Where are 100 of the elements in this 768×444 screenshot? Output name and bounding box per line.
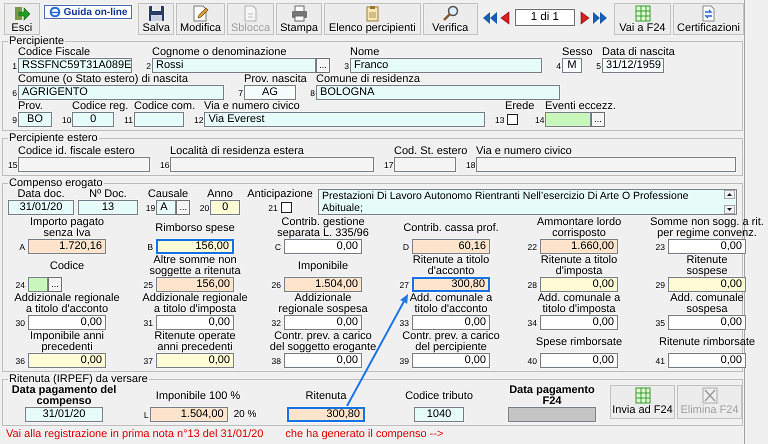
toolbar-button[interactable]: Salva — [138, 3, 174, 35]
input-field[interactable]: Franco — [350, 58, 542, 73]
input-field[interactable]: 0,00 — [28, 315, 106, 330]
field-number: 9 — [11, 114, 18, 124]
input-field[interactable] — [508, 407, 596, 422]
input-field[interactable]: 0,00 — [668, 315, 746, 330]
input-field[interactable] — [134, 112, 184, 127]
input-field[interactable]: 0,00 — [284, 353, 362, 368]
input-field[interactable]: 31/12/1959 — [602, 58, 664, 73]
input-field[interactable]: 0,00 — [28, 353, 106, 368]
field-number: 31 — [142, 318, 154, 328]
input-field[interactable]: A — [156, 200, 176, 215]
input-field[interactable]: 0,00 — [156, 353, 234, 368]
field-number: 15 — [8, 160, 18, 170]
lookup-button[interactable]: ... — [176, 200, 190, 215]
field-label: Addizionale regionale a titolo d'acconto — [13, 293, 121, 315]
section-title: Percipiente — [8, 36, 66, 47]
field-number: 26 — [270, 280, 282, 290]
input-field[interactable]: 0,00 — [668, 277, 746, 292]
checkbox[interactable] — [280, 202, 292, 213]
input-field[interactable]: 300,80 — [287, 407, 365, 422]
input-field[interactable]: AG — [244, 85, 296, 100]
input-field[interactable]: 1.504,00 — [284, 277, 362, 292]
input-field[interactable] — [394, 157, 456, 172]
input-field[interactable] — [476, 157, 736, 172]
field-number: 34 — [526, 318, 538, 328]
toolbar-button[interactable]: Modifica — [176, 3, 225, 35]
input-field[interactable]: 0,00 — [540, 315, 618, 330]
prima-nota-link[interactable]: Vai alla registrazione in prima nota n°13 del 31/01/20 — [6, 428, 264, 440]
field-label: Data pagamento del compenso — [10, 385, 118, 407]
field-number: 35 — [654, 318, 666, 328]
field-label: Imponibile anni precedenti — [29, 331, 105, 353]
input-field[interactable]: 1.504,00 — [150, 407, 228, 422]
input-field[interactable]: M — [562, 58, 582, 73]
last-page-icon[interactable] — [592, 10, 608, 26]
input-field[interactable]: 0 — [210, 200, 240, 215]
toolbar-button[interactable]: Certificazioni — [673, 3, 744, 35]
input-field[interactable]: 156,00 — [156, 277, 234, 292]
page-field[interactable]: 1 di 1 — [514, 9, 575, 26]
f24-button[interactable]: Invia ad F24 — [610, 385, 675, 419]
input-field[interactable]: 156,00 — [156, 239, 234, 254]
input-field[interactable]: Via Everest — [204, 112, 485, 127]
help-link[interactable]: Guida on-line — [44, 5, 132, 19]
scroll-down-icon[interactable] — [724, 205, 735, 214]
input-field[interactable]: 0,00 — [284, 315, 362, 330]
input-field[interactable] — [545, 112, 591, 127]
input-field[interactable]: 0,00 — [668, 239, 746, 254]
input-field[interactable]: 1.660,00 — [540, 239, 618, 254]
checkbox[interactable] — [507, 114, 518, 125]
field-label: Contrib. cassa prof. — [402, 220, 500, 236]
input-field[interactable]: 0,00 — [540, 353, 618, 368]
text-area[interactable]: Prestazioni Di Lavoro Autonomo Rientranti Nell’esercizio Di Arte O Professione Abituale; — [318, 189, 737, 215]
input-field[interactable]: 1040 — [414, 407, 464, 422]
input-field[interactable]: BO — [18, 112, 52, 127]
input-field[interactable] — [28, 277, 48, 292]
field-label: Data di nascita — [602, 47, 675, 58]
input-field[interactable]: 60,16 — [412, 239, 490, 254]
field-number: 11 — [124, 114, 134, 124]
input-field[interactable]: RSSFNC59T31A089E — [18, 58, 132, 73]
lookup-button[interactable]: ... — [48, 277, 62, 292]
input-field[interactable]: 13 — [78, 200, 138, 215]
toolbar-button[interactable]: Verifica — [422, 3, 478, 35]
field-number: 29 — [654, 280, 666, 290]
previous-page-icon[interactable] — [500, 10, 510, 26]
scroll-up-icon[interactable] — [724, 190, 735, 199]
toolbar-button[interactable]: Stampa — [276, 3, 322, 35]
rate-label: 20 % — [234, 409, 256, 420]
input-field[interactable]: BOLOGNA — [316, 85, 560, 100]
field-label: Anticipazione — [246, 189, 314, 200]
input-field[interactable]: 1.720,16 — [28, 239, 106, 254]
input-field[interactable]: AGRIGENTO — [18, 85, 224, 100]
input-field[interactable]: 0 — [72, 112, 114, 127]
field-label: Nº Doc. — [89, 189, 128, 200]
input-field[interactable]: 0,00 — [540, 277, 618, 292]
field-number: C — [274, 242, 282, 252]
input-field[interactable] — [170, 157, 374, 172]
input-field[interactable]: 0,00 — [668, 353, 746, 368]
input-field[interactable]: Rossi — [152, 58, 316, 73]
lookup-button[interactable]: ... — [591, 112, 605, 127]
input-field[interactable]: 31/01/20 — [25, 407, 103, 422]
input-field[interactable]: 31/01/20 — [8, 200, 74, 215]
first-page-icon[interactable] — [482, 10, 498, 26]
toolbar-button[interactable]: Esci — [4, 3, 40, 35]
footer-note: che ha generato il compenso --> — [285, 428, 444, 440]
input-field[interactable]: 0,00 — [156, 315, 234, 330]
field-number: 27 — [398, 280, 410, 290]
field-label: Codice reg. — [72, 101, 128, 112]
lookup-button[interactable]: ... — [316, 58, 330, 73]
input-field[interactable]: 0,00 — [412, 315, 490, 330]
input-field[interactable]: 0,00 — [284, 239, 362, 254]
field-label: Ritenute a titolo d'imposta — [540, 255, 618, 277]
toolbar-button[interactable]: Elenco percipienti — [324, 3, 421, 35]
input-field[interactable]: 300,80 — [412, 277, 490, 292]
toolbar-button[interactable]: Vai a F24 — [614, 3, 672, 35]
field-label: Contrib. gestione separata L. 335/96 — [276, 217, 370, 239]
field-label: Via e numero civico — [204, 101, 300, 112]
input-field[interactable]: 0,00 — [412, 353, 490, 368]
field-label: Prov. nascita — [244, 74, 307, 85]
next-page-icon[interactable] — [580, 10, 590, 26]
input-field[interactable] — [18, 157, 150, 172]
